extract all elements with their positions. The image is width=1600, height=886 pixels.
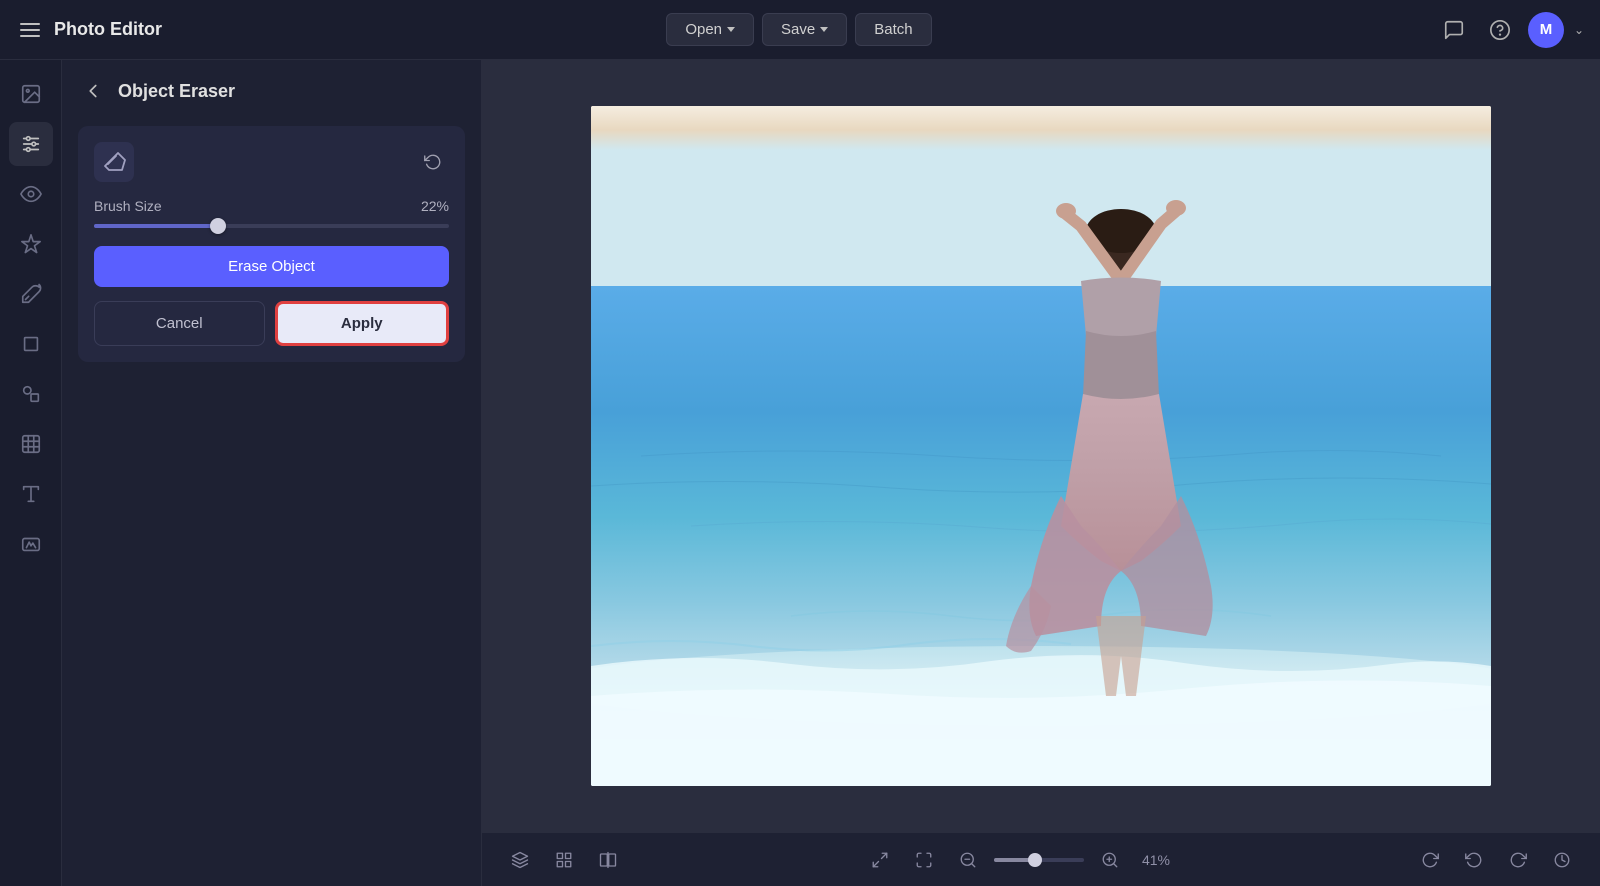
batch-button[interactable]: Batch [855,13,931,46]
refresh-button[interactable] [1412,842,1448,878]
image-icon [20,83,42,105]
sidebar-item-effects[interactable] [9,222,53,266]
eraser-icon [102,150,126,174]
zoom-in-icon [1101,851,1119,869]
compare-icon [599,851,617,869]
adjustments-icon [20,133,42,155]
history-button[interactable] [1544,842,1580,878]
fill-screen-button[interactable] [906,842,942,878]
brush-size-slider[interactable] [94,224,449,228]
sidebar-item-texture[interactable] [9,422,53,466]
help-button[interactable] [1482,12,1518,48]
grid-icon [555,851,573,869]
text-icon [20,483,42,505]
back-arrow-icon [82,80,104,102]
chat-button[interactable] [1436,12,1472,48]
sidebar-item-visibility[interactable] [9,172,53,216]
header: Photo Editor Open Save Batch M ⌄ [0,0,1600,60]
redo-icon [1509,851,1527,869]
eraser-icon-wrap [94,142,134,182]
main-content: Object Eraser Brush Size [0,60,1600,886]
fit-screen-button[interactable] [862,842,898,878]
layers-icon [511,851,529,869]
brush-size-label: Brush Size [94,198,162,214]
menu-button[interactable] [16,19,44,41]
canvas-area: 41% [482,60,1600,886]
sidebar-item-watermark[interactable] [9,522,53,566]
tool-card-header [94,142,449,182]
object-eraser-panel: Object Eraser Brush Size [62,60,482,886]
reset-icon [424,153,442,171]
sidebar-item-text[interactable] [9,472,53,516]
save-button[interactable]: Save [762,13,847,46]
tool-card: Brush Size 22% Erase Object Cancel Apply [78,126,465,362]
panel-header: Object Eraser [78,76,465,106]
photo-svg [591,106,1491,786]
brush-icon [20,283,42,305]
sidebar-item-shapes[interactable] [9,372,53,416]
header-center: Open Save Batch [666,13,931,46]
zoom-slider[interactable] [994,858,1084,862]
refresh-icon [1421,851,1439,869]
undo-button[interactable] [1456,842,1492,878]
zoom-thumb[interactable] [1028,853,1042,867]
brush-size-row: Brush Size 22% [94,198,449,214]
header-right: M ⌄ [1436,12,1584,48]
undo-icon [1465,851,1483,869]
bottom-toolbar: 41% [482,832,1600,886]
grid-view-button[interactable] [546,842,582,878]
back-button[interactable] [78,76,108,106]
sidebar-item-adjustments[interactable] [9,122,53,166]
shapes-icon [20,383,42,405]
zoom-value: 41% [1136,852,1176,868]
history-icon [1553,851,1571,869]
apply-button[interactable]: Apply [275,301,450,346]
action-row: Cancel Apply [94,301,449,346]
save-chevron-icon [820,27,828,32]
slider-track [94,224,449,228]
open-button[interactable]: Open [666,13,754,46]
sidebar-item-brush[interactable] [9,272,53,316]
header-left: Photo Editor [16,19,162,41]
slider-thumb[interactable] [210,218,226,234]
bottom-center-tools: 41% [862,842,1176,878]
zoom-out-icon [959,851,977,869]
chat-icon [1443,19,1465,41]
texture-icon [20,433,42,455]
sidebar-item-image[interactable] [9,72,53,116]
redo-button[interactable] [1500,842,1536,878]
eye-icon [20,183,42,205]
layers-button[interactable] [502,842,538,878]
watermark-icon [20,533,42,555]
reset-button[interactable] [417,146,449,178]
bottom-right-tools [1412,842,1580,878]
avatar[interactable]: M [1528,12,1564,48]
avatar-chevron-icon[interactable]: ⌄ [1574,23,1584,37]
sidebar-item-crop[interactable] [9,322,53,366]
cancel-button[interactable]: Cancel [94,301,265,346]
app-title: Photo Editor [54,19,162,40]
sparkle-icon [20,233,42,255]
fit-icon [871,851,889,869]
canvas-image [591,106,1491,786]
brush-size-value: 22% [421,198,449,214]
zoom-out-button[interactable] [950,842,986,878]
compare-button[interactable] [590,842,626,878]
sidebar [0,60,62,886]
help-icon [1489,19,1511,41]
slider-fill [94,224,218,228]
expand-icon [915,851,933,869]
zoom-in-button[interactable] [1092,842,1128,878]
panel-title: Object Eraser [118,81,235,102]
open-chevron-icon [727,27,735,32]
erase-object-button[interactable]: Erase Object [94,246,449,287]
crop-icon [20,333,42,355]
zoom-track [994,858,1084,862]
canvas-container[interactable] [482,60,1600,832]
bottom-left-tools [502,842,626,878]
